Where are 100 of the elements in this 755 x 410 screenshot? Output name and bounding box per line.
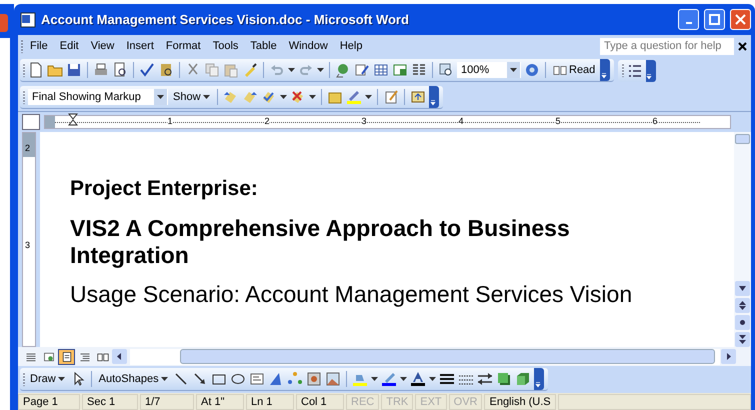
highlight-icon[interactable] (346, 89, 362, 105)
maximize-icon (709, 14, 720, 25)
3d-style-icon[interactable] (514, 371, 531, 387)
toolbar-options-icon[interactable] (534, 380, 543, 390)
status-field: Ln 1 (246, 394, 294, 410)
table-icon[interactable] (373, 62, 389, 78)
scroll-thumb[interactable] (735, 134, 750, 144)
help-icon[interactable] (524, 62, 540, 78)
scroll-left-button[interactable] (112, 349, 127, 364)
spreadsheet-icon[interactable] (392, 62, 408, 78)
dropdown-arrow-icon[interactable] (288, 68, 295, 72)
close-icon[interactable] (738, 42, 747, 50)
shadow-style-icon[interactable] (496, 371, 512, 387)
print-layout-icon (60, 350, 72, 362)
normal-view-icon (24, 350, 36, 362)
previous-change-icon[interactable] (222, 89, 239, 105)
reject-change-icon[interactable] (290, 89, 306, 105)
dropdown-arrow-icon[interactable] (157, 95, 164, 99)
dropdown-arrow-icon[interactable] (308, 95, 316, 99)
view-button[interactable] (58, 348, 75, 364)
font-color-icon[interactable] (410, 371, 426, 387)
print-icon[interactable] (93, 62, 109, 78)
menu-item[interactable]: View (86, 38, 120, 54)
save-icon[interactable] (66, 62, 82, 78)
scroll-down-button[interactable] (735, 281, 750, 296)
show-button[interactable]: Show (171, 91, 212, 103)
text-box-icon[interactable] (248, 371, 265, 387)
toolbar-options-icon[interactable] (430, 98, 438, 108)
arrow-style-icon[interactable] (476, 371, 493, 387)
tab-selector-button[interactable] (22, 114, 40, 130)
accept-change-icon[interactable] (260, 89, 277, 105)
minimize-button[interactable] (678, 9, 699, 30)
dropdown-arrow-icon (202, 95, 210, 99)
draw-button[interactable]: Draw (28, 373, 67, 385)
dropdown-arrow-icon[interactable] (364, 95, 372, 99)
next-page-button[interactable] (735, 332, 750, 347)
ruler-number: 3 (362, 116, 366, 126)
clip-art-icon[interactable] (306, 371, 322, 387)
scroll-left-icon (115, 352, 124, 361)
bullets-icon[interactable] (627, 62, 644, 78)
scroll-thumb[interactable] (180, 349, 715, 364)
dropdown-arrow-icon[interactable] (280, 95, 287, 99)
dropdown-arrow-icon[interactable] (400, 377, 407, 381)
next-change-icon[interactable] (242, 89, 258, 105)
toolbar-options-icon[interactable] (601, 71, 610, 81)
next-page-icon (738, 335, 747, 344)
previous-page-icon (738, 301, 747, 310)
read-button[interactable]: Read (551, 63, 598, 77)
columns-icon[interactable] (411, 62, 427, 78)
ruler-number: 2 (264, 116, 270, 126)
menu-item[interactable]: File (25, 38, 53, 54)
reading-layout-icon (96, 350, 108, 362)
display-for-review-dropdown[interactable]: Final Showing Markup (28, 89, 168, 105)
grip-icon[interactable] (622, 64, 624, 77)
zoom-dropdown[interactable]: 100% (457, 62, 521, 78)
dropdown-arrow-icon (160, 377, 168, 381)
menu-item[interactable]: Tools (208, 38, 244, 54)
document-heading: Project Enterprise: (70, 177, 259, 201)
menu-item[interactable]: Format (160, 38, 206, 54)
scroll-down-icon (738, 284, 747, 293)
language-field: English (U.S (484, 394, 556, 410)
help-search-field[interactable]: Type a question for help (600, 38, 734, 54)
print-preview-icon[interactable] (112, 62, 128, 78)
line-style-icon[interactable] (438, 371, 455, 387)
insert-picture-icon[interactable] (324, 371, 341, 387)
maximize-button[interactable] (704, 9, 725, 30)
menu-item[interactable]: Edit (54, 38, 84, 54)
dropdown-arrow-icon (58, 377, 65, 381)
previous-page-button[interactable] (735, 298, 750, 313)
arrow-icon[interactable] (192, 371, 208, 387)
ruler-margin (45, 116, 55, 128)
book-icon (553, 63, 567, 77)
web-layout-icon (42, 350, 54, 362)
dropdown-arrow-icon[interactable] (317, 68, 324, 72)
menu-item[interactable]: Insert (121, 38, 159, 54)
ruler-number: 6 (652, 116, 658, 126)
document-icon (20, 12, 36, 28)
menu-item[interactable]: Help (334, 38, 368, 54)
outline-view-icon (78, 350, 90, 362)
spelling-icon[interactable] (139, 62, 155, 78)
scroll-right-button[interactable] (721, 349, 736, 364)
diagram-icon[interactable] (286, 371, 303, 387)
status-field: Sec 1 (82, 394, 138, 410)
scroll-right-icon (724, 352, 733, 361)
vertical-scrollbar[interactable] (734, 132, 751, 347)
line-color-icon[interactable] (380, 371, 397, 387)
autoshapes-button[interactable]: AutoShapes (96, 373, 170, 385)
dropdown-arrow-icon[interactable] (370, 377, 378, 381)
indent-marker-icon[interactable] (68, 113, 78, 127)
menu-item[interactable]: Window (284, 38, 333, 54)
toolbar-options-icon[interactable] (646, 72, 654, 82)
new-document-icon[interactable] (28, 62, 44, 78)
dropdown-arrow-icon[interactable] (510, 68, 517, 72)
dropdown-arrow-icon[interactable] (428, 377, 436, 381)
ruler-number: 5 (556, 116, 560, 126)
browse-object-button[interactable] (735, 315, 750, 330)
close-button[interactable] (730, 9, 751, 30)
menu-item[interactable]: Table (245, 38, 282, 54)
line-icon[interactable] (172, 371, 189, 387)
oval-icon[interactable] (230, 371, 246, 387)
